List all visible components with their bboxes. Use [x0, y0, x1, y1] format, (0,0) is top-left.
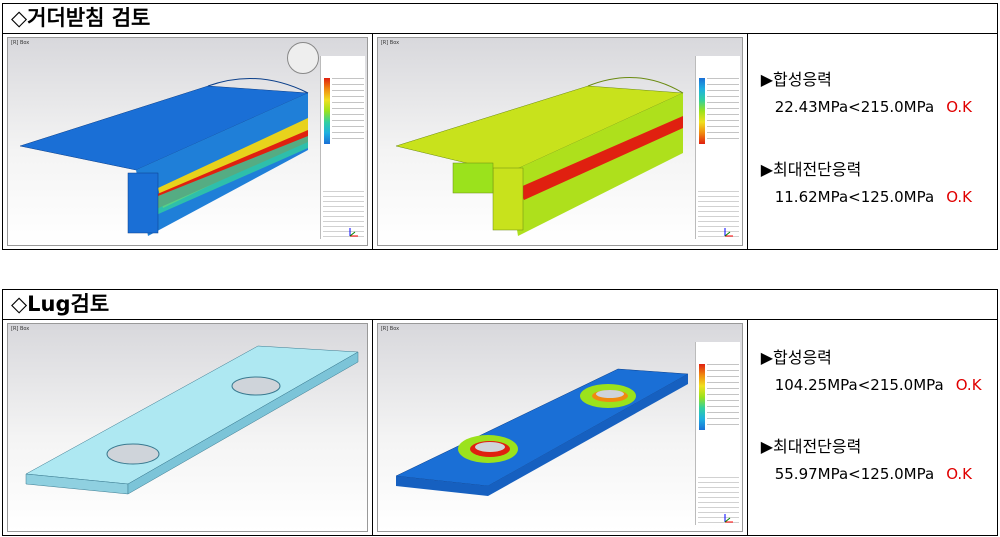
result-value: 22.43MPa<215.0MPa O.K [774, 98, 972, 116]
axis-triad-icon [724, 228, 733, 237]
image-cell: [R] Box [371, 33, 748, 250]
result-value: 104.25MPa<215.0MPa O.K [774, 376, 982, 394]
section-lug: ◇Lug검토 [R] Box [R] Box ▶합성응력 104.25MPa<2… [2, 289, 999, 536]
fea-model-combined-stress: [R] Box [7, 37, 368, 246]
ok-status: O.K [946, 465, 972, 483]
image-cell: [R] Box [2, 33, 373, 250]
stress-legend [319, 56, 365, 241]
result-value: 55.97MPa<125.0MPa O.K [774, 465, 972, 483]
result-label: ▶합성응력 [760, 70, 832, 89]
view-cube-icon[interactable] [286, 42, 319, 74]
ok-status: O.K [955, 376, 982, 394]
result-value: 11.62MPa<125.0MPa O.K [774, 188, 972, 206]
result-label: ▶합성응력 [760, 348, 832, 367]
result-label: ▶최대전단응력 [760, 160, 862, 179]
result-label: ▶최대전단응력 [760, 437, 862, 456]
girder-bearing-mesh-2 [394, 77, 684, 236]
lug-stress-mesh [394, 368, 689, 496]
image-cell: [R] Box [2, 319, 373, 536]
stress-legend [694, 56, 740, 241]
girder-bearing-mesh-1 [19, 78, 309, 236]
section-title: ◇Lug검토 [2, 289, 998, 320]
document-page: ◇거더받침 검토 [R] Box [R] Box ▶합성응력 22.43MPa<… [0, 0, 1000, 537]
fea-model-lug-stress: [R] Box [376, 323, 743, 532]
section-title: ◇거더받침 검토 [2, 3, 998, 34]
axis-triad-icon [349, 228, 358, 237]
image-cell: [R] Box [371, 319, 748, 536]
ok-status: O.K [946, 98, 972, 116]
axis-triad-icon [724, 514, 733, 523]
result-cell: ▶합성응력 104.25MPa<215.0MPa O.K ▶최대전단응력 55.9… [746, 319, 999, 536]
fea-model-shear-stress: [R] Box [376, 37, 743, 246]
ok-status: O.K [946, 188, 972, 206]
lug-plate-mesh [25, 345, 359, 495]
stress-legend [694, 342, 740, 527]
result-cell: ▶합성응력 22.43MPa<215.0MPa O.K ▶최대전단응력 11.62… [746, 33, 999, 250]
section-girder-bearing: ◇거더받침 검토 [R] Box [R] Box ▶합성응력 22.43MPa<… [2, 3, 999, 250]
fea-model-lug-mesh: [R] Box [7, 323, 368, 532]
